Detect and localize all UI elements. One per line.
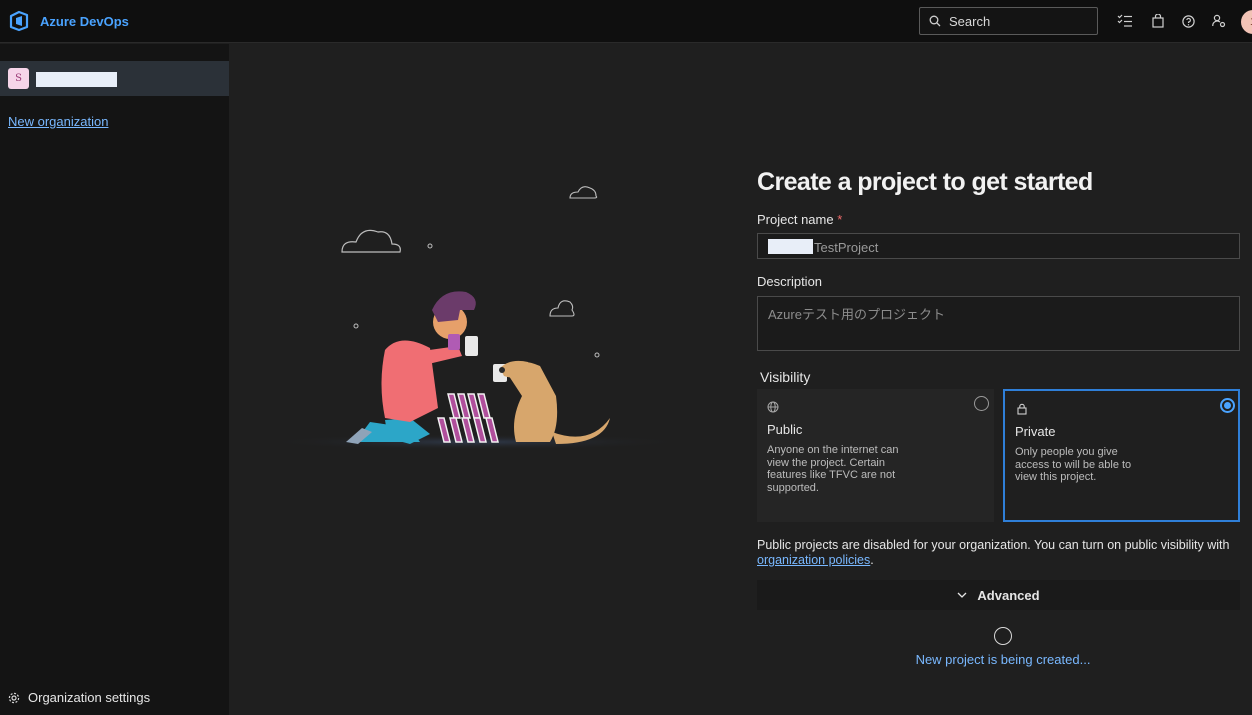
shopping-bag-icon[interactable]	[1149, 12, 1167, 30]
visibility-option-public[interactable]: Public Anyone on the internet can view t…	[757, 389, 994, 522]
organization-settings-label: Organization settings	[28, 690, 151, 705]
chevron-down-icon	[957, 592, 967, 598]
project-name-label: Project name *	[757, 212, 843, 227]
gear-icon	[8, 692, 20, 703]
description-input[interactable]: Azureテスト用のプロジェクト	[757, 296, 1240, 351]
house-of-cards-illustration	[265, 186, 685, 450]
description-label: Description	[757, 274, 823, 289]
organization-policies-link[interactable]: organization policies	[757, 553, 870, 567]
search-icon	[929, 15, 941, 27]
loading-spinner	[994, 627, 1012, 645]
visibility-label: Visibility	[760, 369, 811, 385]
public-title: Public	[767, 422, 803, 437]
public-radio[interactable]	[974, 396, 989, 411]
description-placeholder: Azureテスト用のプロジェクト	[768, 307, 945, 322]
visibility-notice: Public projects are disabled for your or…	[757, 538, 1230, 567]
help-icon[interactable]	[1179, 12, 1197, 30]
new-organization-link[interactable]: New organization	[8, 114, 108, 129]
search-label: Search	[949, 13, 991, 29]
org-name-redacted	[36, 72, 117, 87]
brand-title: Azure DevOps	[40, 13, 129, 29]
azure-devops-logo-icon	[9, 10, 29, 32]
advanced-label: Advanced	[977, 587, 1040, 603]
visibility-option-private[interactable]: Private Only people you give access to w…	[1003, 389, 1240, 522]
task-list-icon[interactable]	[1116, 12, 1134, 30]
required-mark: *	[837, 212, 843, 227]
sidebar-item-organization[interactable]: S	[0, 61, 229, 96]
public-description: Anyone on the internet can view the proj…	[767, 444, 899, 494]
private-description: Only people you give access to will be a…	[1015, 446, 1132, 483]
top-bar: Azure DevOps Search	[0, 0, 1252, 43]
user-settings-icon[interactable]	[1210, 12, 1228, 30]
brand-home-link[interactable]: Azure DevOps	[8, 10, 129, 32]
sidebar: S New organization Organization settings	[0, 44, 229, 715]
org-badge: S	[8, 68, 29, 89]
creation-status: New project is being created...	[915, 652, 1091, 667]
user-avatar[interactable]: 1	[1241, 10, 1252, 34]
private-title: Private	[1015, 424, 1056, 439]
globe-icon	[767, 401, 779, 413]
project-name-input[interactable]: TestProject	[757, 233, 1240, 259]
organization-settings-button[interactable]: Organization settings	[8, 690, 150, 705]
project-name-redacted	[768, 239, 813, 254]
page-title: Create a project to get started	[757, 168, 1093, 196]
project-name-value: TestProject	[814, 240, 879, 255]
lock-icon	[1017, 403, 1027, 415]
advanced-toggle[interactable]: Advanced	[757, 580, 1240, 610]
private-radio[interactable]	[1220, 398, 1235, 413]
search-box[interactable]: Search	[919, 7, 1098, 35]
